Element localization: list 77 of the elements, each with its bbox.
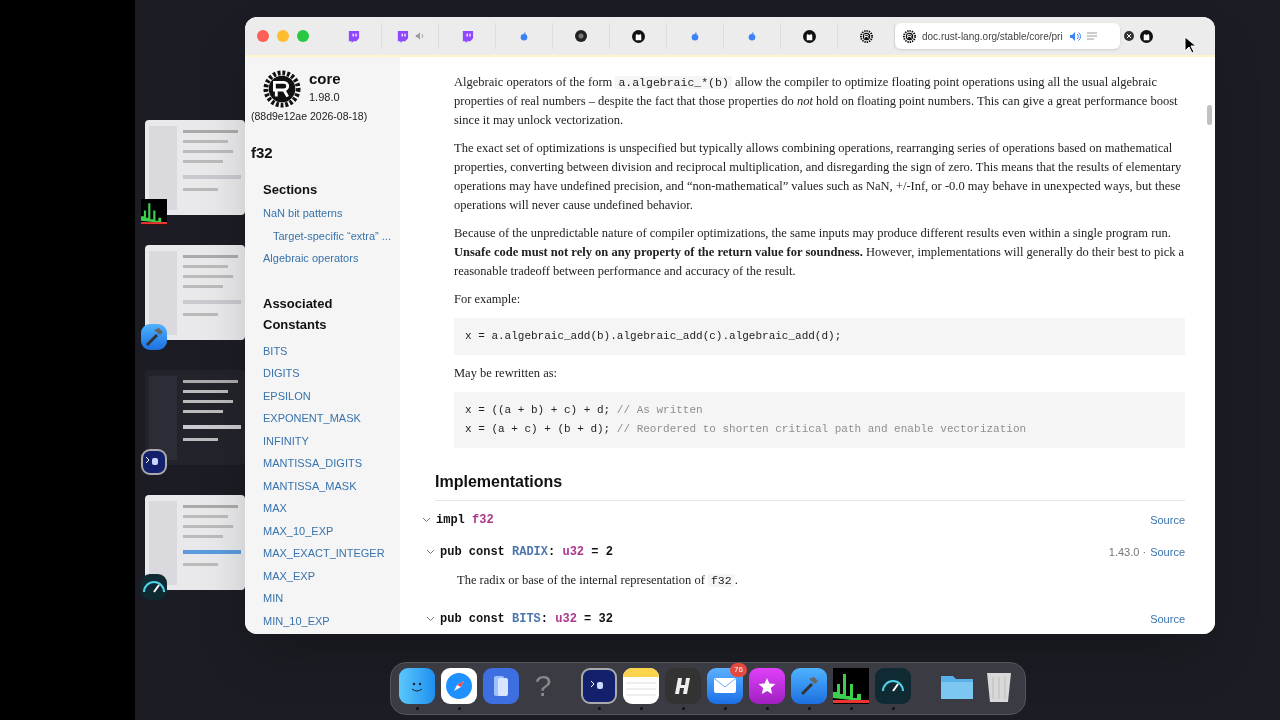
constant-link[interactable]: MANTISSA_DIGITS	[263, 455, 400, 472]
apple-icon	[520, 31, 528, 41]
apple-icon	[691, 31, 699, 41]
hammer-icon[interactable]	[791, 667, 827, 704]
source-link[interactable]: Source	[1150, 543, 1185, 561]
speech-bubble-icon	[460, 29, 474, 43]
gauge-icon[interactable]	[141, 574, 167, 600]
hammer-icon[interactable]	[141, 324, 167, 350]
code-block: x = a.algebraic_add(b).algebraic_add(c).algebraic_add(d);	[454, 318, 1185, 355]
github-icon	[802, 29, 816, 43]
terminal-icon[interactable]	[141, 449, 167, 475]
section-link[interactable]: Algebraic operators	[263, 250, 400, 267]
paragraph: Algebraic operators of the form a.algebraic_*(b) allow the compiler to optimize floating point operations using all the usual algebraic properties of real numbers – despite the fact that those properties do not hold on floating point numbers. This can give a great performance boost since it may unlock vectorization.	[454, 74, 1179, 129]
constant-signature: pub const RADIX: u32 = 2	[440, 544, 613, 561]
question-mark-icon[interactable]: ?	[525, 667, 561, 704]
notification-badge: 76	[730, 662, 747, 677]
envelope-icon[interactable]	[707, 667, 743, 704]
constant-link[interactable]: MIN	[263, 590, 400, 607]
tab-url: doc.rust-lang.org/stable/core/pri	[922, 29, 1063, 44]
constant-description: The radix or base of the internal representation of f32 .	[457, 572, 739, 589]
chevron-down-icon[interactable]	[422, 517, 431, 523]
phone-icon[interactable]	[483, 667, 519, 704]
circle-icon	[575, 30, 587, 42]
code-block: x = ((a + b) + c) + d; // As written x = (a + c) + (b + d); // Reordered to shorten critical path and enable vectorization	[454, 392, 1185, 448]
paragraph: For example:	[454, 291, 522, 308]
section-link[interactable]: NaN bit patterns	[263, 205, 400, 222]
constant-link[interactable]: MIN_10_EXP	[263, 612, 400, 629]
speech-bubble-icon	[346, 29, 360, 43]
speaker-icon[interactable]	[1068, 30, 1081, 42]
page-title[interactable]: f32	[251, 142, 400, 165]
finder-icon[interactable]	[399, 667, 435, 704]
constant-link[interactable]: MANTISSA_MASK	[263, 477, 400, 494]
constant-link[interactable]: EXPONENT_MASK	[263, 410, 400, 427]
constant-link[interactable]: INFINITY	[263, 432, 400, 449]
constant-link[interactable]: DIGITS	[263, 365, 400, 382]
constant-link[interactable]: MAX_EXP	[263, 567, 400, 584]
rust-logo-icon	[859, 29, 873, 43]
paragraph: Because of the unpredictable nature of compiler optimizations, the same inputs may produce different results even within a single program run. Unsafe code must not rely on any property of the return value for soundness. However, implementations will generally do their best to pick a reasonable tradeoff between performance and accuracy of the result.	[454, 225, 1185, 280]
github-icon	[631, 29, 645, 43]
section-heading: Implementations	[435, 470, 1185, 501]
build-info: (88d9e12ae 2026-08-18)	[251, 109, 369, 124]
constant-link[interactable]: BITS	[263, 342, 400, 359]
close-icon[interactable]	[1123, 31, 1134, 41]
source-link[interactable]: Source	[1150, 610, 1185, 627]
activity-graph-icon[interactable]	[833, 667, 869, 704]
crate-name[interactable]: core	[309, 69, 341, 89]
paragraph: The exact set of optimizations is unspecified but typically allows combining operations, rearranging series of operations based on mathematical properties, converting between division and reciprocal multiplication, and disregarding the sign of zero. This means that the results of elementary operations may have undefined precision, and “non-mathematical” values such as NaN, +/-Inf, or -0.0 may behave in unexpected ways, but these operations will never cause undefined behavior.	[454, 140, 1183, 214]
speech-bubble-icon	[395, 29, 409, 43]
constant-link[interactable]: MAX_10_EXP	[263, 522, 400, 539]
constant-link[interactable]: EPSILON	[263, 387, 400, 404]
rust-logo-icon	[903, 29, 916, 43]
notes-icon[interactable]	[623, 667, 659, 704]
chevron-down-icon[interactable]	[426, 615, 435, 622]
terminal-icon[interactable]	[581, 667, 617, 704]
constant-link[interactable]: MAX_EXACT_INTEGER	[263, 545, 400, 562]
chevron-down-icon[interactable]	[426, 549, 435, 555]
apple-icon	[748, 31, 756, 41]
rust-logo-icon	[263, 70, 301, 108]
since-version: 1.43.0 ·	[1108, 544, 1147, 560]
constant-signature: pub const BITS: u32 = 32	[440, 610, 613, 628]
browser-tab[interactable]: doc.rust-lang.org/stable/core/pri	[895, 23, 1120, 49]
compass-icon[interactable]	[441, 667, 477, 704]
source-link[interactable]: Source	[1150, 511, 1185, 529]
impl-signature: impl f32	[436, 512, 494, 529]
h-letter-icon[interactable]	[665, 667, 701, 704]
constants-heading: Associated Constants	[263, 294, 334, 334]
scrollbar-thumb[interactable]	[1207, 105, 1212, 125]
sections-heading: Sections	[263, 180, 319, 199]
mouse-cursor-icon	[1184, 36, 1196, 54]
gauge-icon[interactable]	[875, 667, 911, 704]
github-icon	[1139, 29, 1153, 43]
paragraph: May be rewritten as:	[454, 365, 559, 382]
crate-version: 1.98.0	[309, 90, 341, 105]
activity-graph-icon[interactable]	[141, 199, 167, 225]
section-link[interactable]: Target-specific “extra” ...	[263, 227, 400, 244]
constant-link[interactable]: MAX	[263, 500, 400, 517]
close-window-button[interactable]	[257, 30, 269, 42]
